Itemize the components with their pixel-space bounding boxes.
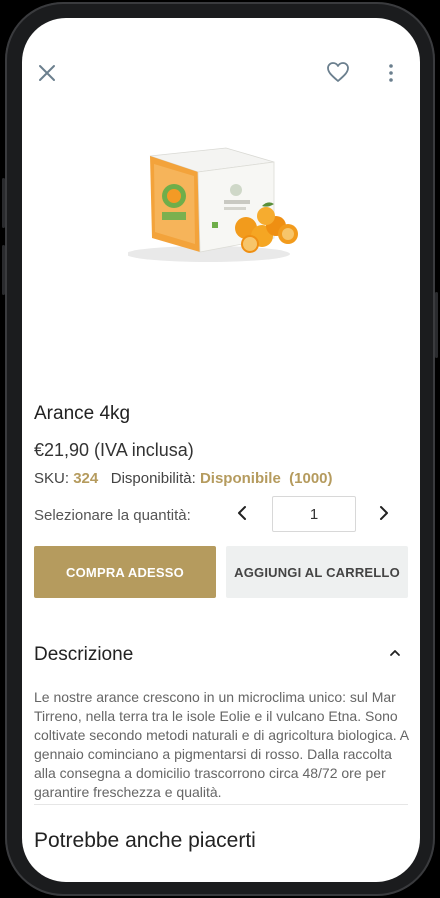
sku-value: 324: [73, 470, 99, 487]
phone-side-button: [2, 245, 5, 295]
more-vertical-icon[interactable]: [386, 62, 396, 84]
description-heading: Descrizione: [34, 644, 134, 665]
quantity-increase-button[interactable]: [374, 504, 394, 526]
chevron-right-icon: [380, 506, 388, 520]
phone-side-button: [2, 178, 5, 228]
quantity-decrease-button[interactable]: [232, 504, 252, 526]
add-to-cart-button[interactable]: AGGIUNGI AL CARRELLO: [226, 546, 408, 598]
recommendations-heading: Potrebbe anche piacerti: [34, 829, 256, 852]
availability-label: Disponibilità:: [110, 470, 196, 487]
buy-now-button[interactable]: COMPRA ADESSO: [34, 546, 216, 598]
divider: [34, 804, 408, 805]
product-meta: SKU: 324 Disponibilità: Disponibile (100…: [34, 470, 333, 487]
product-title: Arance 4kg: [34, 403, 131, 424]
chevron-up-icon[interactable]: [388, 646, 402, 660]
app-screen: Arance 4kg €21,90 (IVA inclusa) SKU: 324…: [22, 18, 420, 882]
product-price: €21,90 (IVA inclusa): [34, 440, 194, 460]
phone-side-button: [435, 292, 438, 358]
quantity-input[interactable]: [272, 496, 356, 532]
availability-count: (1000): [289, 470, 333, 487]
top-bar: [22, 18, 420, 128]
product-image: [128, 147, 298, 262]
close-icon[interactable]: [36, 62, 58, 84]
heart-icon[interactable]: [326, 61, 350, 83]
chevron-left-icon: [238, 506, 246, 520]
availability-value: Disponibile: [199, 470, 281, 487]
description-text: Le nostre arance crescono in un microcli…: [34, 689, 409, 800]
quantity-label: Selezionare la quantità:: [34, 507, 191, 524]
sku-label: SKU:: [34, 470, 70, 487]
